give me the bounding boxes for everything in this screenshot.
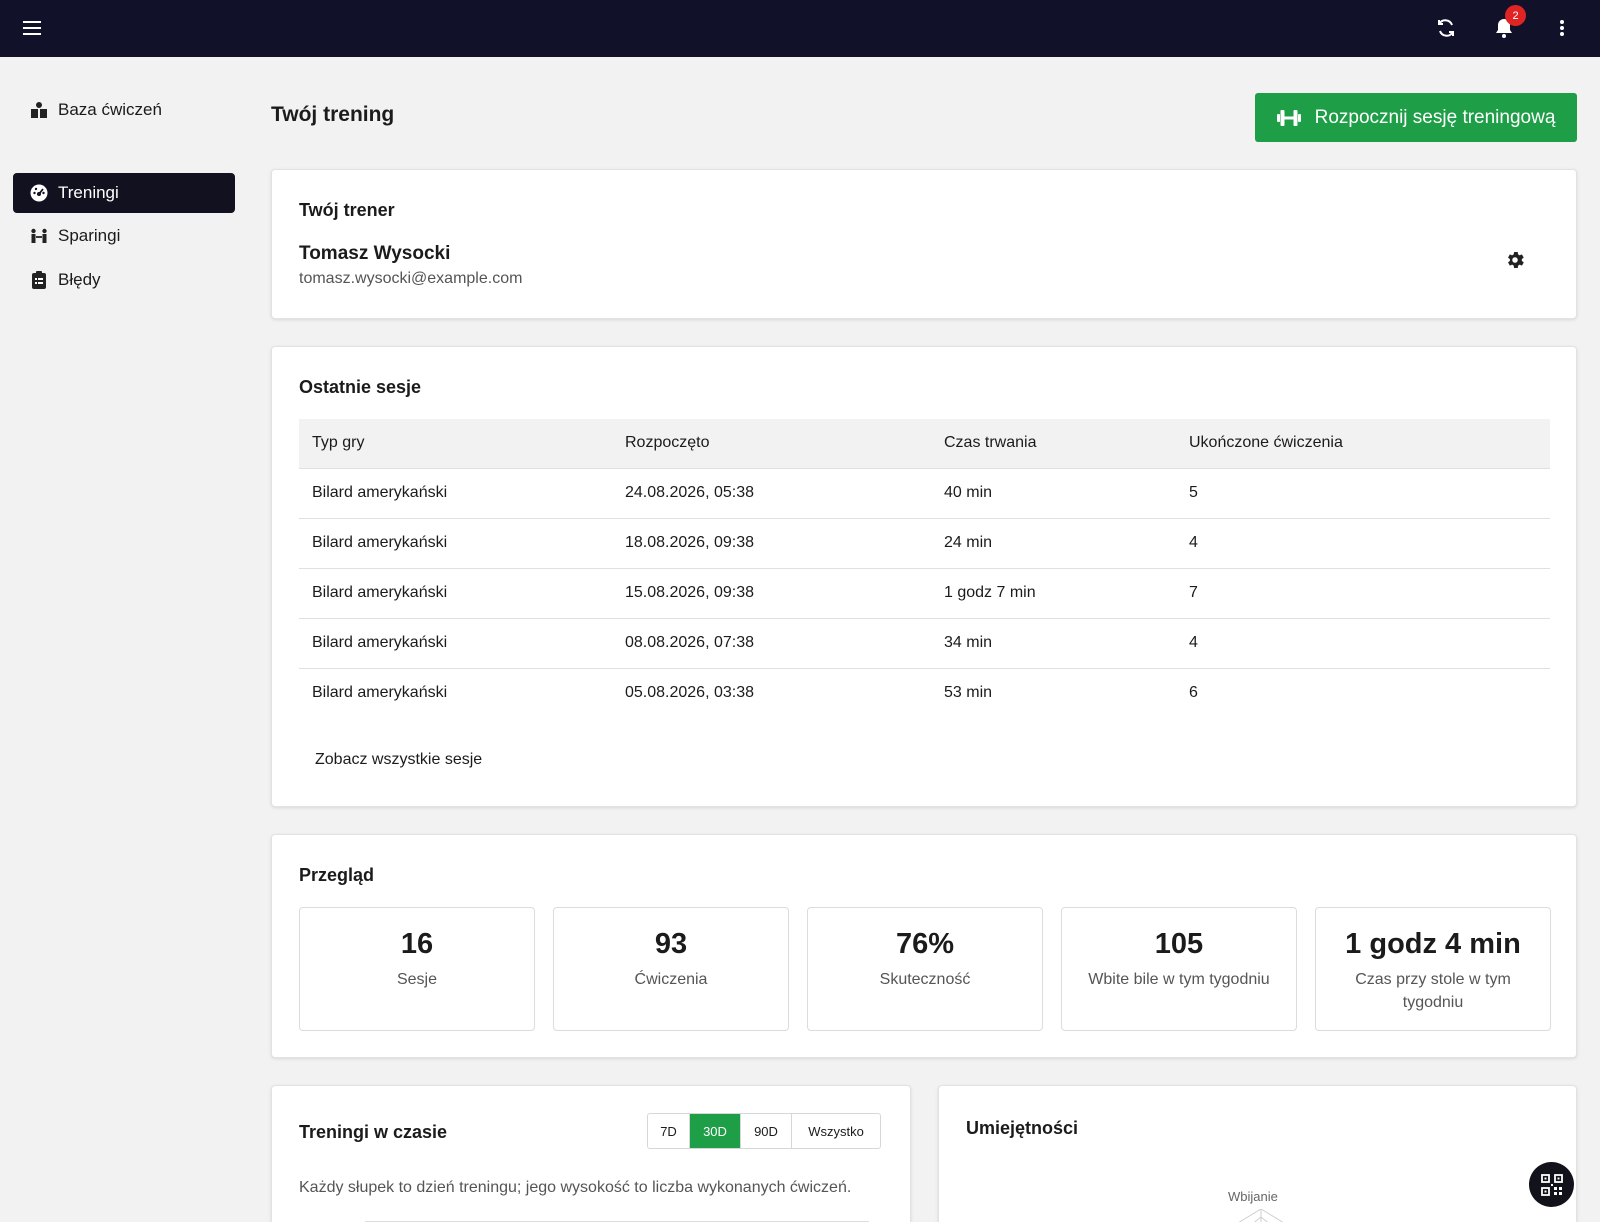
- sidebar-item-label: Treningi: [58, 183, 119, 202]
- column-header: Czas trwania: [931, 419, 1176, 469]
- more-vertical-icon[interactable]: [1546, 12, 1578, 44]
- qr-code-icon: [1540, 1173, 1563, 1196]
- start-session-button[interactable]: Rozpocznij sesję treningową: [1255, 93, 1577, 142]
- see-all-sessions-link[interactable]: Zobacz wszystkie sesje: [315, 751, 482, 769]
- radar-chart: [1238, 1209, 1284, 1222]
- overview-title: Przegląd: [299, 865, 375, 885]
- trainer-card-title: Twój trener: [299, 200, 395, 220]
- stat-label: Sesje: [396, 971, 438, 988]
- sidebar-item-mistakes[interactable]: Błędy: [13, 260, 235, 300]
- cell-game-type: Bilard amerykański: [312, 684, 448, 702]
- sidebar-item-label: Błędy: [58, 270, 101, 289]
- recent-sessions-card: Ostatnie sesje Typ gry Rozpoczęto Czas t…: [271, 346, 1577, 807]
- table-header-row: Typ gry Rozpoczęto Czas trwania Ukończon…: [299, 419, 1550, 469]
- cell-game-type: Bilard amerykański: [299, 518, 612, 569]
- sidebar-item-trainings[interactable]: Treningi: [13, 173, 235, 213]
- stat-value: 105: [1154, 928, 1204, 960]
- cell-completed: 5: [1176, 468, 1550, 519]
- stat-label: Skuteczność: [879, 971, 971, 988]
- cell-started: 18.08.2026, 09:38: [612, 518, 931, 569]
- skills-card: Umiejętności Wbijanie: [938, 1085, 1577, 1222]
- sidebar: Baza ćwiczeń Treningi Sparingi Błędy: [0, 57, 248, 1222]
- dumbbell-icon: [1276, 109, 1301, 126]
- gear-icon[interactable]: [1504, 249, 1528, 273]
- cell-game-type: Bilard amerykański: [299, 568, 612, 619]
- cell-completed: 6: [1189, 684, 1198, 702]
- trainer-card: Twój trener Tomasz Wysocki tomasz.wysock…: [271, 169, 1577, 319]
- column-header: Rozpoczęto: [612, 419, 931, 469]
- stat-sessions: 16 Sesje: [299, 907, 535, 1031]
- refresh-icon[interactable]: [1430, 12, 1462, 44]
- sidebar-item-sparring[interactable]: Sparingi: [13, 216, 235, 256]
- trainer-email: tomasz.wysocki@example.com: [299, 270, 523, 287]
- clipboard-list-icon: [29, 270, 49, 290]
- radar-axis-label: Wbijanie: [1228, 1189, 1278, 1204]
- cell-duration: 34 min: [931, 618, 1176, 669]
- range-90d[interactable]: 90D: [741, 1114, 792, 1148]
- table-row[interactable]: Bilard amerykański 05.08.2026, 03:38 53 …: [299, 668, 1550, 718]
- stat-value: 76%: [895, 928, 955, 960]
- sparring-icon: [29, 226, 49, 246]
- cell-started: 15.08.2026, 09:38: [612, 568, 931, 619]
- cell-completed: 7: [1176, 568, 1550, 619]
- stat-exercises: 93 Ćwiczenia: [553, 907, 789, 1031]
- skills-title: Umiejętności: [966, 1118, 1079, 1138]
- table-row[interactable]: Bilard amerykański 18.08.2026, 09:38 24 …: [299, 518, 1550, 569]
- cell-game-type: Bilard amerykański: [299, 468, 612, 519]
- top-bar: 2: [0, 0, 1600, 57]
- menu-icon[interactable]: [16, 12, 48, 44]
- stat-label: Wbite bile w tym tygodniu: [1088, 971, 1270, 988]
- overview-card: Przegląd 16 Sesje 93 Ćwiczenia 76% Skute…: [271, 834, 1577, 1058]
- range-selector: 7D 30D 90D Wszystko: [647, 1113, 881, 1149]
- stat-label: Ćwiczenia: [634, 971, 708, 988]
- chart-description: Każdy słupek to dzień treningu; jego wys…: [299, 1179, 852, 1196]
- recent-sessions-title: Ostatnie sesje: [299, 377, 422, 397]
- column-header: Typ gry: [299, 419, 612, 469]
- stat-table-time: 1 godz 4 min Czas przy stole w tym tygod…: [1315, 907, 1551, 1031]
- stat-value: 16: [400, 928, 434, 960]
- qr-code-button[interactable]: [1529, 1162, 1574, 1207]
- dashboard-icon: [29, 183, 49, 203]
- cell-duration: 24 min: [931, 518, 1176, 569]
- sidebar-item-exercise-library[interactable]: Baza ćwiczeń: [13, 90, 235, 130]
- cell-started: 05.08.2026, 03:38: [625, 684, 755, 702]
- stat-value: 1 godz 4 min: [1345, 928, 1521, 960]
- sidebar-item-label: Baza ćwiczeń: [58, 100, 162, 119]
- trainer-name: Tomasz Wysocki: [299, 243, 451, 264]
- trainings-chart-title: Treningi w czasie: [299, 1122, 448, 1142]
- start-session-label: Rozpocznij sesję treningową: [1314, 106, 1556, 128]
- library-icon: [29, 100, 49, 120]
- cell-completed: 4: [1176, 518, 1550, 569]
- cell-started: 24.08.2026, 05:38: [612, 468, 931, 519]
- table-row[interactable]: Bilard amerykański 24.08.2026, 05:38 40 …: [299, 468, 1550, 519]
- trainings-over-time-card: Treningi w czasie 7D 30D 90D Wszystko Ka…: [271, 1085, 911, 1222]
- cell-started: 08.08.2026, 07:38: [612, 618, 931, 669]
- cell-completed: 4: [1176, 618, 1550, 669]
- cell-duration: 1 godz 7 min: [931, 568, 1176, 619]
- range-all[interactable]: Wszystko: [792, 1114, 880, 1148]
- stat-balls-potted: 105 Wbite bile w tym tygodniu: [1061, 907, 1297, 1031]
- stat-effectiveness: 76% Skuteczność: [807, 907, 1043, 1031]
- cell-duration: 40 min: [931, 468, 1176, 519]
- stat-label: Czas przy stole w tym tygodniu: [1355, 971, 1511, 1011]
- bell-icon[interactable]: 2: [1488, 5, 1526, 44]
- range-7d[interactable]: 7D: [648, 1114, 690, 1148]
- sidebar-item-label: Sparingi: [58, 226, 121, 245]
- table-row[interactable]: Bilard amerykański 15.08.2026, 09:38 1 g…: [299, 568, 1550, 619]
- notification-badge: 2: [1505, 5, 1526, 26]
- range-30d[interactable]: 30D: [690, 1114, 741, 1148]
- column-header: Ukończone ćwiczenia: [1176, 419, 1550, 469]
- stat-value: 93: [654, 928, 688, 960]
- cell-duration: 53 min: [944, 684, 993, 702]
- page-title: Twój trening: [271, 103, 395, 126]
- sessions-table: Typ gry Rozpoczęto Czas trwania Ukończon…: [299, 419, 1550, 718]
- cell-game-type: Bilard amerykański: [299, 618, 612, 669]
- table-row[interactable]: Bilard amerykański 08.08.2026, 07:38 34 …: [299, 618, 1550, 669]
